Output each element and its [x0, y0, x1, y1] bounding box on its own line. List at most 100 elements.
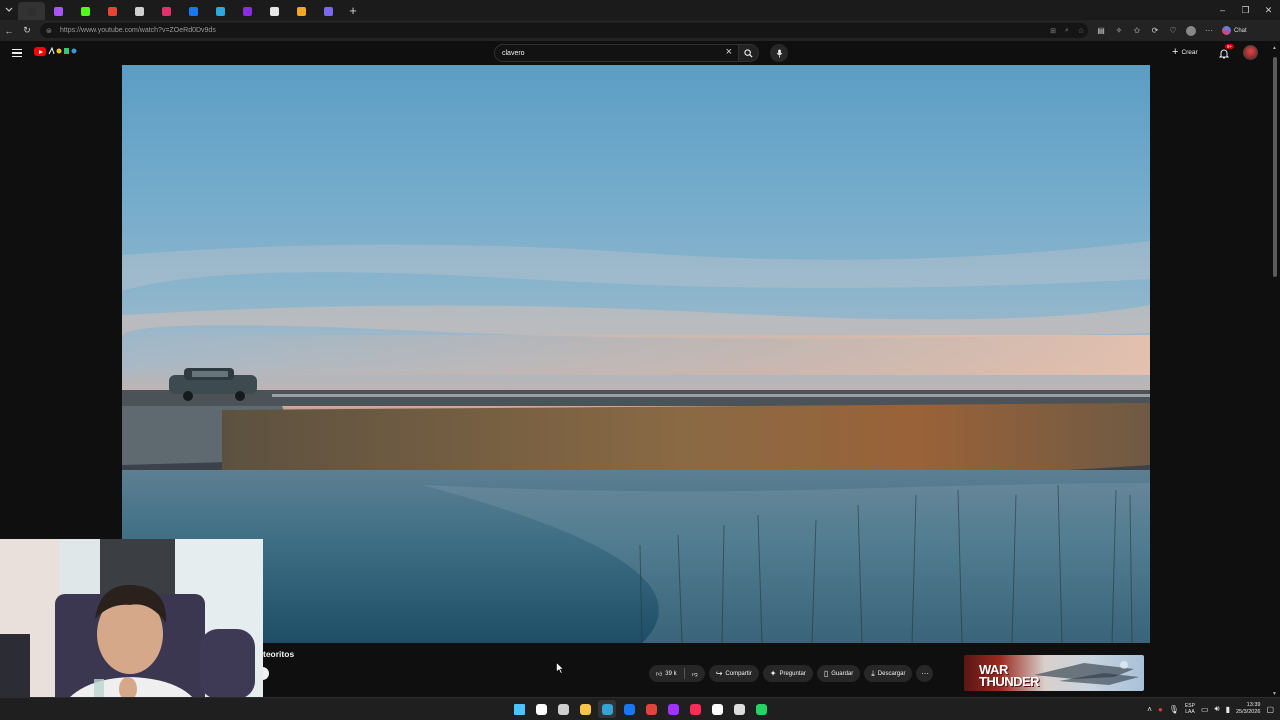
- video-title: teoritos: [263, 649, 295, 659]
- youtube-doodle-icon[interactable]: [48, 46, 80, 58]
- collections-button[interactable]: ⟳: [1146, 20, 1164, 41]
- taskbar-app-button[interactable]: [664, 700, 682, 718]
- browser-tab[interactable]: [153, 2, 180, 20]
- guide-menu-button[interactable]: [12, 46, 24, 60]
- messenger-icon: [667, 703, 679, 715]
- notifications-button[interactable]: 9+: [1216, 44, 1235, 61]
- more-horizontal-icon: ···: [920, 669, 929, 678]
- taskbar-app-button[interactable]: [686, 700, 704, 718]
- like-button[interactable]: 👍︎ 39 k: [649, 665, 684, 682]
- browser-tab[interactable]: [234, 2, 261, 20]
- bookmark-star-icon[interactable]: ☆: [1074, 27, 1088, 35]
- youtube-logo[interactable]: [34, 47, 46, 56]
- search-icon: [744, 48, 753, 58]
- browser-essentials-button[interactable]: ♡: [1164, 20, 1182, 41]
- tab-list-button[interactable]: [0, 0, 18, 20]
- settings-menu-button[interactable]: ···: [1200, 20, 1218, 41]
- chrome-icon: [645, 703, 657, 715]
- extension-button[interactable]: ▤: [1092, 20, 1110, 41]
- profile-button[interactable]: [1182, 20, 1200, 41]
- site-info-icon[interactable]: ⊜: [46, 27, 56, 35]
- scrollbar-thumb[interactable]: [1273, 57, 1277, 277]
- ask-button[interactable]: ✦ Preguntar: [762, 665, 813, 682]
- download-button[interactable]: ⤓ Descargar: [864, 665, 913, 682]
- reload-button[interactable]: ↻: [18, 20, 36, 41]
- browser-tab[interactable]: [207, 2, 234, 20]
- share-label: Compartir: [725, 670, 752, 677]
- war-thunder-ad-banner[interactable]: WAR THUNDER: [964, 655, 1144, 691]
- restore-icon: ❐: [1241, 4, 1250, 15]
- chevron-down-icon: [5, 7, 13, 12]
- search-input[interactable]: clavero ×: [494, 44, 739, 62]
- microphone-icon[interactable]: 🎙︎: [1169, 705, 1179, 714]
- tiktok-icon: [689, 703, 701, 715]
- taskbar-app-button[interactable]: [730, 700, 748, 718]
- edge-icon: [601, 703, 613, 715]
- taskbar-app-button[interactable]: [620, 700, 638, 718]
- browser-tab[interactable]: [288, 2, 315, 20]
- restore-button[interactable]: ❐: [1234, 0, 1257, 20]
- app-icon: [733, 703, 745, 715]
- browser-tab[interactable]: [18, 2, 45, 20]
- browser-tab[interactable]: [126, 2, 153, 20]
- taskbar-app-button[interactable]: [708, 700, 726, 718]
- notification-center-icon[interactable]: ▢: [1266, 705, 1274, 714]
- chevron-up-icon[interactable]: ˄: [1147, 705, 1152, 714]
- heart-pulse-icon: ♡: [1169, 26, 1177, 35]
- browser-tab[interactable]: [72, 2, 99, 20]
- taskbar-app-button[interactable]: [510, 700, 528, 718]
- like-count: 39 k: [665, 670, 677, 677]
- page-scrollbar[interactable]: ▲ ▼: [1270, 41, 1280, 699]
- close-window-button[interactable]: ✕: [1257, 0, 1280, 20]
- window-controls: – ❐ ✕: [1211, 0, 1280, 20]
- taskbar-app-button[interactable]: [598, 700, 616, 718]
- scroll-up-icon[interactable]: ▲: [1272, 45, 1277, 51]
- globe-icon: [135, 6, 144, 16]
- clear-search-icon[interactable]: ×: [726, 46, 732, 58]
- taskbar-app-button[interactable]: [532, 700, 550, 718]
- url-text: https://www.youtube.com/watch?v=ZOeRd0Dv…: [60, 27, 216, 34]
- omnibox[interactable]: ⊜ https://www.youtube.com/watch?v=ZOeRd0…: [40, 23, 1088, 38]
- new-tab-button[interactable]: +: [342, 0, 364, 20]
- install-app-icon[interactable]: ⊞: [1046, 27, 1060, 35]
- video-frame: [122, 241, 1150, 643]
- reload-icon: ↻: [23, 25, 31, 35]
- cloud-streak: [122, 241, 1150, 291]
- taskbar-app-button[interactable]: [752, 700, 770, 718]
- account-avatar[interactable]: [1243, 45, 1258, 60]
- windows-taskbar: ˄ ● 🎙︎ ESP LAA ▭ 🔊︎ ▮ 13:39 25/3/2026 ▢: [0, 697, 1280, 720]
- language-indicator[interactable]: ESP LAA: [1185, 703, 1195, 715]
- voice-search-button[interactable]: [770, 44, 788, 62]
- save-button[interactable]: ▯ Guardar: [816, 665, 861, 682]
- antivirus-icon[interactable]: ●: [1158, 705, 1163, 714]
- browser-tab[interactable]: [99, 2, 126, 20]
- search-button[interactable]: [739, 44, 759, 62]
- taskbar-app-button[interactable]: [642, 700, 660, 718]
- more-actions-button[interactable]: ···: [916, 665, 934, 682]
- browser-tab[interactable]: [315, 2, 342, 20]
- minimize-button[interactable]: –: [1211, 0, 1234, 20]
- hamburger-line: [12, 55, 22, 58]
- taskbar-app-button[interactable]: [576, 700, 594, 718]
- save-label: Guardar: [831, 670, 854, 677]
- volume-icon[interactable]: 🔊︎: [1215, 704, 1220, 714]
- copilot-chat-button[interactable]: Chat: [1218, 26, 1251, 35]
- video-player[interactable]: [122, 65, 1150, 643]
- create-button[interactable]: + Crear: [1172, 45, 1198, 60]
- favorites-button[interactable]: ✩: [1128, 20, 1146, 41]
- horizon-glow: [122, 335, 1150, 375]
- taskbar-clock[interactable]: 13:39 25/3/2026: [1236, 702, 1260, 716]
- share-button[interactable]: ↪ Compartir: [708, 665, 759, 682]
- browser-tab[interactable]: [261, 2, 288, 20]
- extensions-button[interactable]: ✧: [1110, 20, 1128, 41]
- ad-logo-text: WAR THUNDER: [979, 663, 1040, 688]
- network-icon[interactable]: ▭: [1201, 705, 1209, 714]
- zoom-icon[interactable]: ⌕: [1060, 27, 1074, 35]
- browser-tab[interactable]: [180, 2, 207, 20]
- taskbar-app-button[interactable]: [554, 700, 572, 718]
- profile-avatar-icon: [1186, 25, 1196, 36]
- back-button[interactable]: ←: [0, 20, 18, 41]
- browser-tab[interactable]: [45, 2, 72, 20]
- dislike-button[interactable]: 👎︎: [685, 665, 705, 682]
- battery-icon[interactable]: ▮: [1226, 705, 1230, 714]
